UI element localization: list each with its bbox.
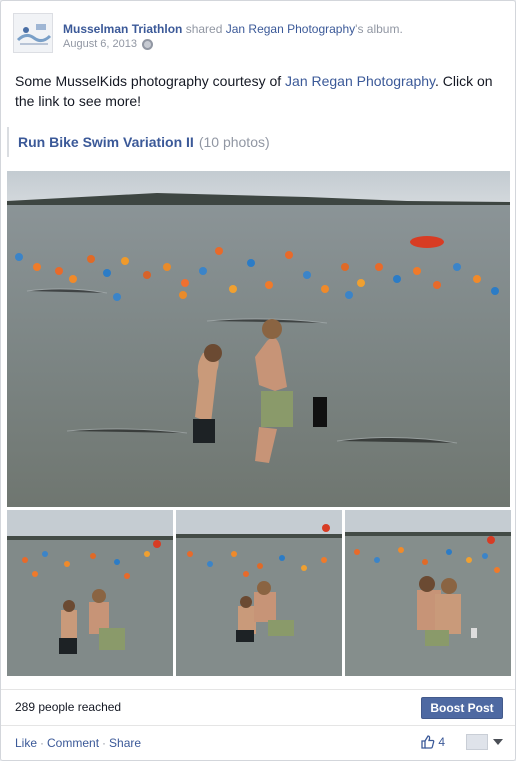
page-mini-avatar (466, 734, 488, 750)
album-photo-count: (10 photos) (198, 134, 270, 150)
share-link[interactable]: Share (109, 736, 141, 750)
post-date[interactable]: August 6, 2013 (63, 37, 137, 52)
post-actions-bar: Like · Comment · Share 4 (1, 725, 515, 760)
globe-icon[interactable] (142, 39, 154, 50)
album-main-photo[interactable] (7, 171, 510, 507)
post-timestamp-row: August 6, 2013 (63, 37, 503, 52)
thumbs-up-icon (421, 735, 435, 749)
share-action-text: shared (182, 22, 226, 36)
album-thumbnail-2[interactable] (176, 510, 342, 676)
separator: · (102, 736, 107, 750)
post-text-before: Some MusselKids photography courtesy of (15, 73, 286, 89)
reach-count: 289 people reached (15, 700, 122, 714)
main-photo-image (7, 171, 510, 507)
post-header: Musselman Triathlon shared Jan Regan Pho… (13, 13, 503, 57)
comment-link[interactable]: Comment (47, 736, 99, 750)
like-count-button[interactable]: 4 (421, 735, 445, 749)
chevron-down-icon (493, 739, 503, 745)
page-avatar[interactable] (13, 13, 53, 53)
source-link[interactable]: Jan Regan Photography (226, 22, 355, 36)
post-as-page-selector[interactable] (466, 734, 503, 750)
album-thumbnail-3[interactable] (345, 510, 511, 676)
thumbnail-2-image (176, 510, 342, 676)
post-card: Musselman Triathlon shared Jan Regan Pho… (0, 0, 516, 761)
boost-post-button[interactable]: Boost Post (421, 697, 503, 719)
post-text-link[interactable]: Jan Regan Photography (285, 73, 435, 89)
like-count-value: 4 (438, 735, 445, 749)
album-title-link[interactable]: Run Bike Swim Variation II (18, 134, 194, 150)
thumbnail-3-image (345, 510, 511, 676)
post-stats-bar: 289 people reached Boost Post (1, 689, 515, 725)
page-name-link[interactable]: Musselman Triathlon (63, 22, 182, 36)
album-attachment: Run Bike Swim Variation II (10 photos) (7, 127, 507, 157)
separator: · (40, 736, 45, 750)
like-link[interactable]: Like (15, 736, 37, 750)
post-message: Some MusselKids photography courtesy of … (15, 71, 505, 111)
share-line: Musselman Triathlon shared Jan Regan Pho… (63, 21, 503, 37)
album-suffix-text: 's album. (355, 22, 403, 36)
album-thumbnail-1[interactable] (7, 510, 173, 676)
thumbnail-1-image (7, 510, 173, 676)
action-links: Like · Comment · Share (15, 736, 141, 750)
